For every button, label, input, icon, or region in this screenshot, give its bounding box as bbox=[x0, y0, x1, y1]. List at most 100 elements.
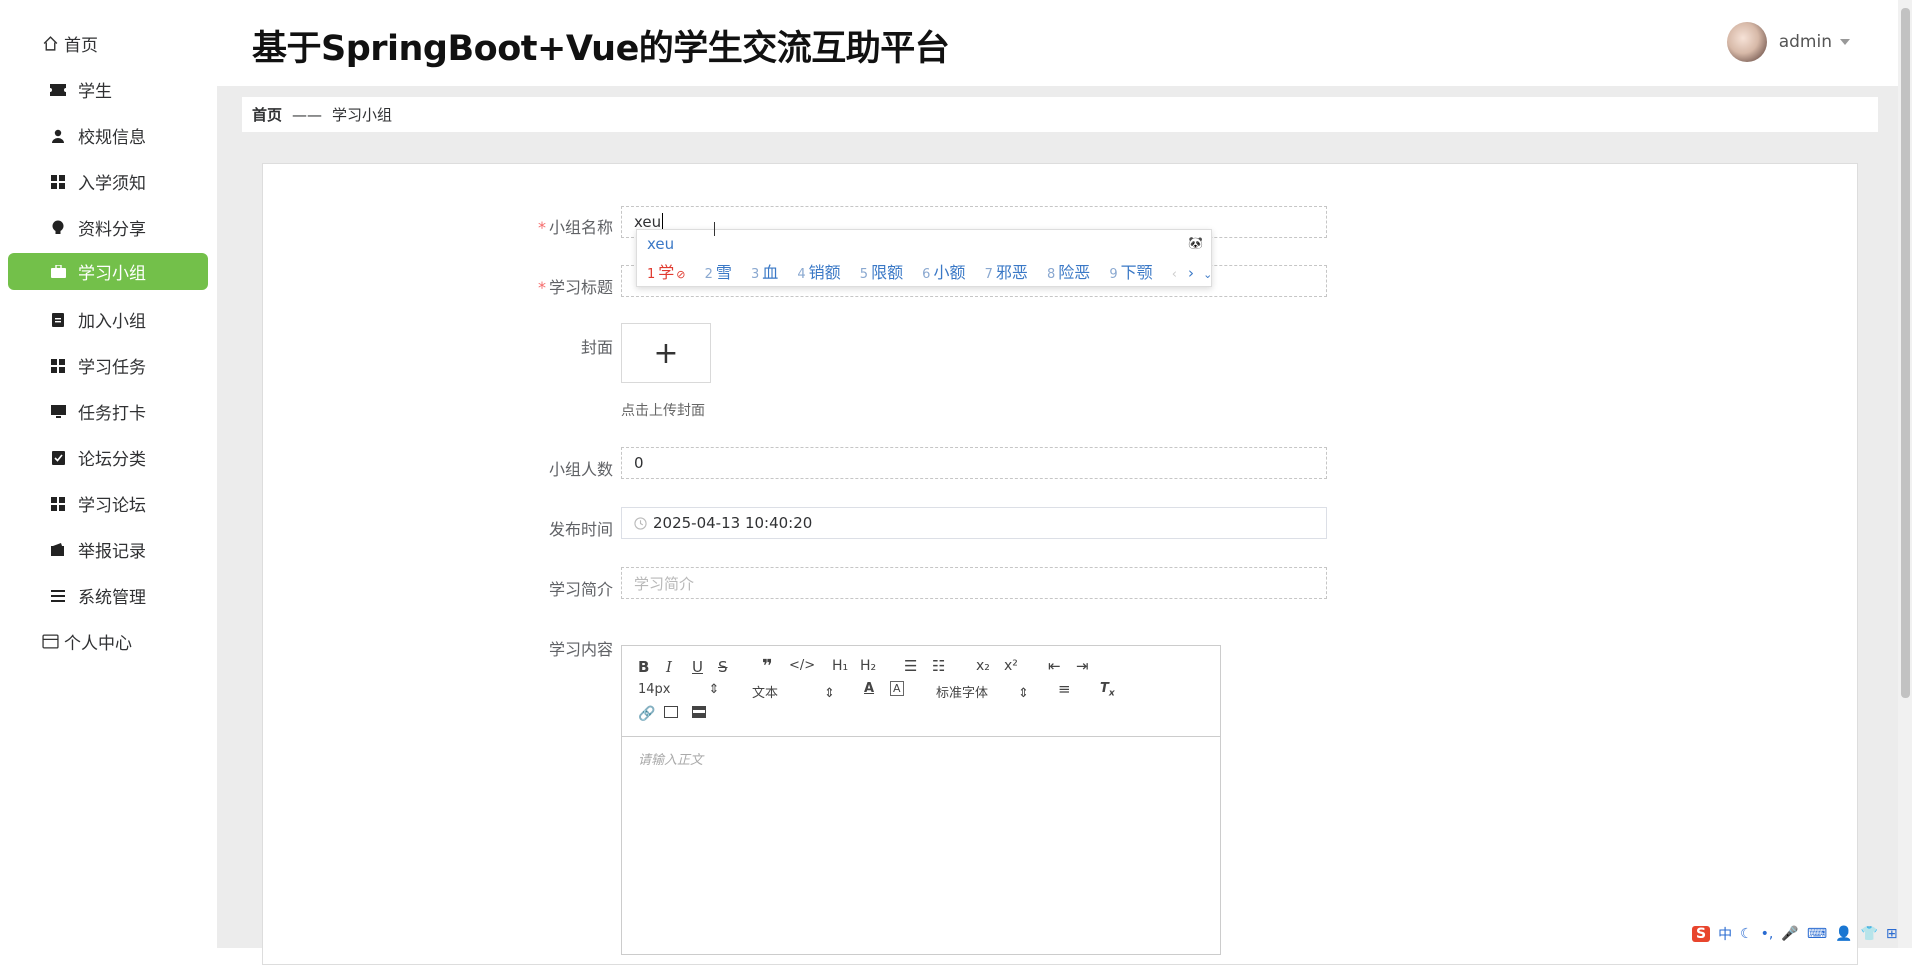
outdent-icon[interactable]: ⇤ bbox=[1048, 657, 1061, 675]
sidebar-item-label: 学习小组 bbox=[78, 264, 146, 284]
heading1-icon[interactable]: H₁ bbox=[832, 658, 848, 674]
sidebar-item-study-forum[interactable]: 学习论坛 bbox=[8, 485, 208, 522]
sidebar-item-study-group[interactable]: 学习小组 bbox=[8, 253, 208, 290]
sidebar-item-label: 加入小组 bbox=[78, 312, 146, 332]
chevron-down-icon bbox=[1840, 39, 1850, 45]
scrollbar-thumb[interactable] bbox=[1901, 8, 1910, 698]
font-color-icon[interactable]: A bbox=[864, 681, 874, 696]
intro-label: 学习简介 bbox=[548, 580, 613, 599]
code-icon[interactable]: </> bbox=[789, 658, 815, 673]
font-family-select[interactable]: 标准字体 ⇕ bbox=[936, 682, 1029, 701]
page-title: 基于SpringBoot+Vue的学生交流互助平台 bbox=[252, 29, 950, 69]
user-icon bbox=[48, 126, 68, 146]
heading2-icon[interactable]: H₂ bbox=[860, 658, 876, 674]
bullet-list-icon[interactable]: ☷ bbox=[932, 657, 945, 675]
image-icon[interactable] bbox=[664, 706, 678, 718]
sidebar-item-materials[interactable]: 资料分享 bbox=[8, 209, 208, 246]
sidebar-item-label: 校规信息 bbox=[78, 128, 146, 148]
grid-icon bbox=[48, 494, 68, 514]
punctuation-icon[interactable]: •, bbox=[1761, 926, 1774, 942]
vertical-scrollbar[interactable] bbox=[1898, 0, 1912, 948]
monitor-icon bbox=[48, 402, 68, 422]
align-icon[interactable]: ≡ bbox=[1058, 680, 1071, 698]
ime-candidate[interactable]: 8 险恶 bbox=[1047, 259, 1090, 283]
sidebar-item-rules[interactable]: 校规信息 bbox=[8, 117, 208, 154]
sidebar-item-join-group[interactable]: 加入小组 bbox=[8, 301, 208, 338]
ime-prev-icon[interactable]: ‹ bbox=[1172, 267, 1177, 282]
publish-time-picker[interactable]: 2025-04-13 10:40:20 bbox=[621, 507, 1327, 539]
font-size-select[interactable]: 14px ⇕ bbox=[638, 682, 719, 697]
strikethrough-icon[interactable]: S bbox=[718, 658, 728, 676]
sidebar: 首页 学生 校规信息 入学须知 资料分享 学习小组 加入小组 学习任务 任务打卡… bbox=[0, 0, 218, 948]
ime-candidate[interactable]: 2雪 bbox=[705, 259, 732, 283]
microphone-icon[interactable]: 🎤 bbox=[1781, 926, 1798, 942]
background-color-icon[interactable]: A bbox=[890, 681, 904, 696]
rich-text-editor: B I U S ❞ </> H₁ H₂ ☰ ☷ x₂ x² ⇤ ⇥ 14px ⇕ … bbox=[621, 645, 1221, 955]
breadcrumb-separator: —— bbox=[292, 105, 323, 124]
shirt-icon[interactable]: 👕 bbox=[1860, 926, 1877, 942]
sidebar-item-label: 论坛分类 bbox=[78, 450, 146, 470]
header-select[interactable]: 文本 ⇕ bbox=[752, 682, 835, 701]
user-menu[interactable]: admin bbox=[1726, 22, 1850, 62]
sidebar-item-reports[interactable]: 举报记录 bbox=[8, 531, 208, 568]
ime-candidate[interactable]: 5 限额 bbox=[860, 259, 903, 283]
ime-candidate[interactable]: 7 邪恶 bbox=[985, 259, 1028, 283]
sidebar-item-student[interactable]: 学生 bbox=[8, 71, 208, 108]
clock-icon bbox=[634, 516, 647, 530]
user-icon[interactable]: 👤 bbox=[1835, 926, 1852, 942]
subscript-icon[interactable]: x₂ bbox=[976, 658, 990, 674]
ime-candidate[interactable]: 6 小额 bbox=[922, 259, 965, 283]
sidebar-item-label: 学习任务 bbox=[78, 358, 146, 378]
sidebar-item-forum-category[interactable]: 论坛分类 bbox=[8, 439, 208, 476]
ime-candidate[interactable]: 1 学 ⊘ bbox=[647, 259, 686, 283]
cover-upload-button[interactable]: + bbox=[621, 323, 711, 383]
sidebar-item-home[interactable]: 首页 bbox=[8, 25, 208, 62]
content-label: 学习内容 bbox=[548, 640, 613, 659]
bulb-icon bbox=[48, 218, 68, 238]
avatar[interactable] bbox=[1726, 22, 1767, 62]
ime-composition: xeu bbox=[647, 235, 675, 253]
cover-upload-hint: 点击上传封面 bbox=[621, 403, 705, 419]
ime-candidate[interactable]: 3血 bbox=[751, 259, 778, 283]
grid-icon[interactable]: ⊞ bbox=[1886, 926, 1898, 942]
bold-icon[interactable]: B bbox=[638, 658, 649, 676]
video-icon[interactable] bbox=[692, 706, 706, 718]
publish-time-label: 发布时间 bbox=[548, 520, 613, 539]
quote-icon[interactable]: ❞ bbox=[762, 656, 773, 677]
ime-candidate[interactable]: 4 销额 bbox=[797, 259, 840, 283]
sidebar-item-enrollment[interactable]: 入学须知 bbox=[8, 163, 208, 200]
member-count-input[interactable]: 0 bbox=[621, 447, 1327, 479]
ime-next-icon[interactable]: › bbox=[1188, 264, 1194, 282]
breadcrumb-current: 学习小组 bbox=[332, 106, 393, 124]
italic-icon[interactable]: I bbox=[666, 658, 672, 676]
ordered-list-icon[interactable]: ☰ bbox=[904, 657, 917, 675]
clear-format-icon[interactable]: Tx bbox=[1100, 681, 1115, 699]
ime-candidate-popup: xeu 🐼 1 学 ⊘ 2雪 3血 4 销额 5 限额 6 小额 7 邪恶 8 险恶 9 下颚 … bbox=[636, 229, 1212, 287]
underline-icon[interactable]: U bbox=[692, 658, 703, 676]
moon-icon[interactable]: ☾ bbox=[1740, 926, 1753, 942]
sidebar-item-label: 任务打卡 bbox=[78, 404, 146, 424]
sidebar-item-system[interactable]: 系统管理 bbox=[8, 577, 208, 614]
link-icon[interactable]: 🔗 bbox=[638, 706, 655, 722]
sidebar-item-task-checkin[interactable]: 任务打卡 bbox=[8, 393, 208, 430]
sidebar-item-profile[interactable]: 个人中心 bbox=[8, 623, 208, 660]
sidebar-item-label: 学习论坛 bbox=[78, 496, 146, 516]
ime-candidate[interactable]: 9 下颚 bbox=[1109, 259, 1152, 283]
superscript-icon[interactable]: x² bbox=[1004, 658, 1018, 674]
wallet-icon bbox=[48, 540, 68, 560]
ime-candidates: 1 学 ⊘ 2雪 3血 4 销额 5 限额 6 小额 7 邪恶 8 险恶 9 下颚 ‹ › ⌄ bbox=[647, 259, 1212, 283]
breadcrumb-home[interactable]: 首页 bbox=[252, 104, 282, 125]
home-icon bbox=[40, 34, 60, 54]
editor-toolbar: B I U S ❞ </> H₁ H₂ ☰ ☷ x₂ x² ⇤ ⇥ 14px ⇕ … bbox=[622, 646, 1220, 737]
ime-expand-icon[interactable]: ⌄ bbox=[1203, 268, 1212, 281]
header: 基于SpringBoot+Vue的学生交流互助平台 admin bbox=[217, 0, 1912, 86]
keyboard-icon[interactable]: ⌨ bbox=[1807, 926, 1827, 942]
editor-body[interactable]: 请输入正文 bbox=[622, 737, 1220, 780]
cover-label: 封面 bbox=[580, 338, 613, 357]
intro-input[interactable]: 学习简介 bbox=[621, 567, 1327, 599]
grid-icon bbox=[48, 172, 68, 192]
ime-mode[interactable]: 中 bbox=[1718, 924, 1732, 944]
sidebar-item-study-tasks[interactable]: 学习任务 bbox=[8, 347, 208, 384]
indent-icon[interactable]: ⇥ bbox=[1076, 657, 1089, 675]
sogou-ime-icon[interactable]: S bbox=[1692, 926, 1711, 942]
